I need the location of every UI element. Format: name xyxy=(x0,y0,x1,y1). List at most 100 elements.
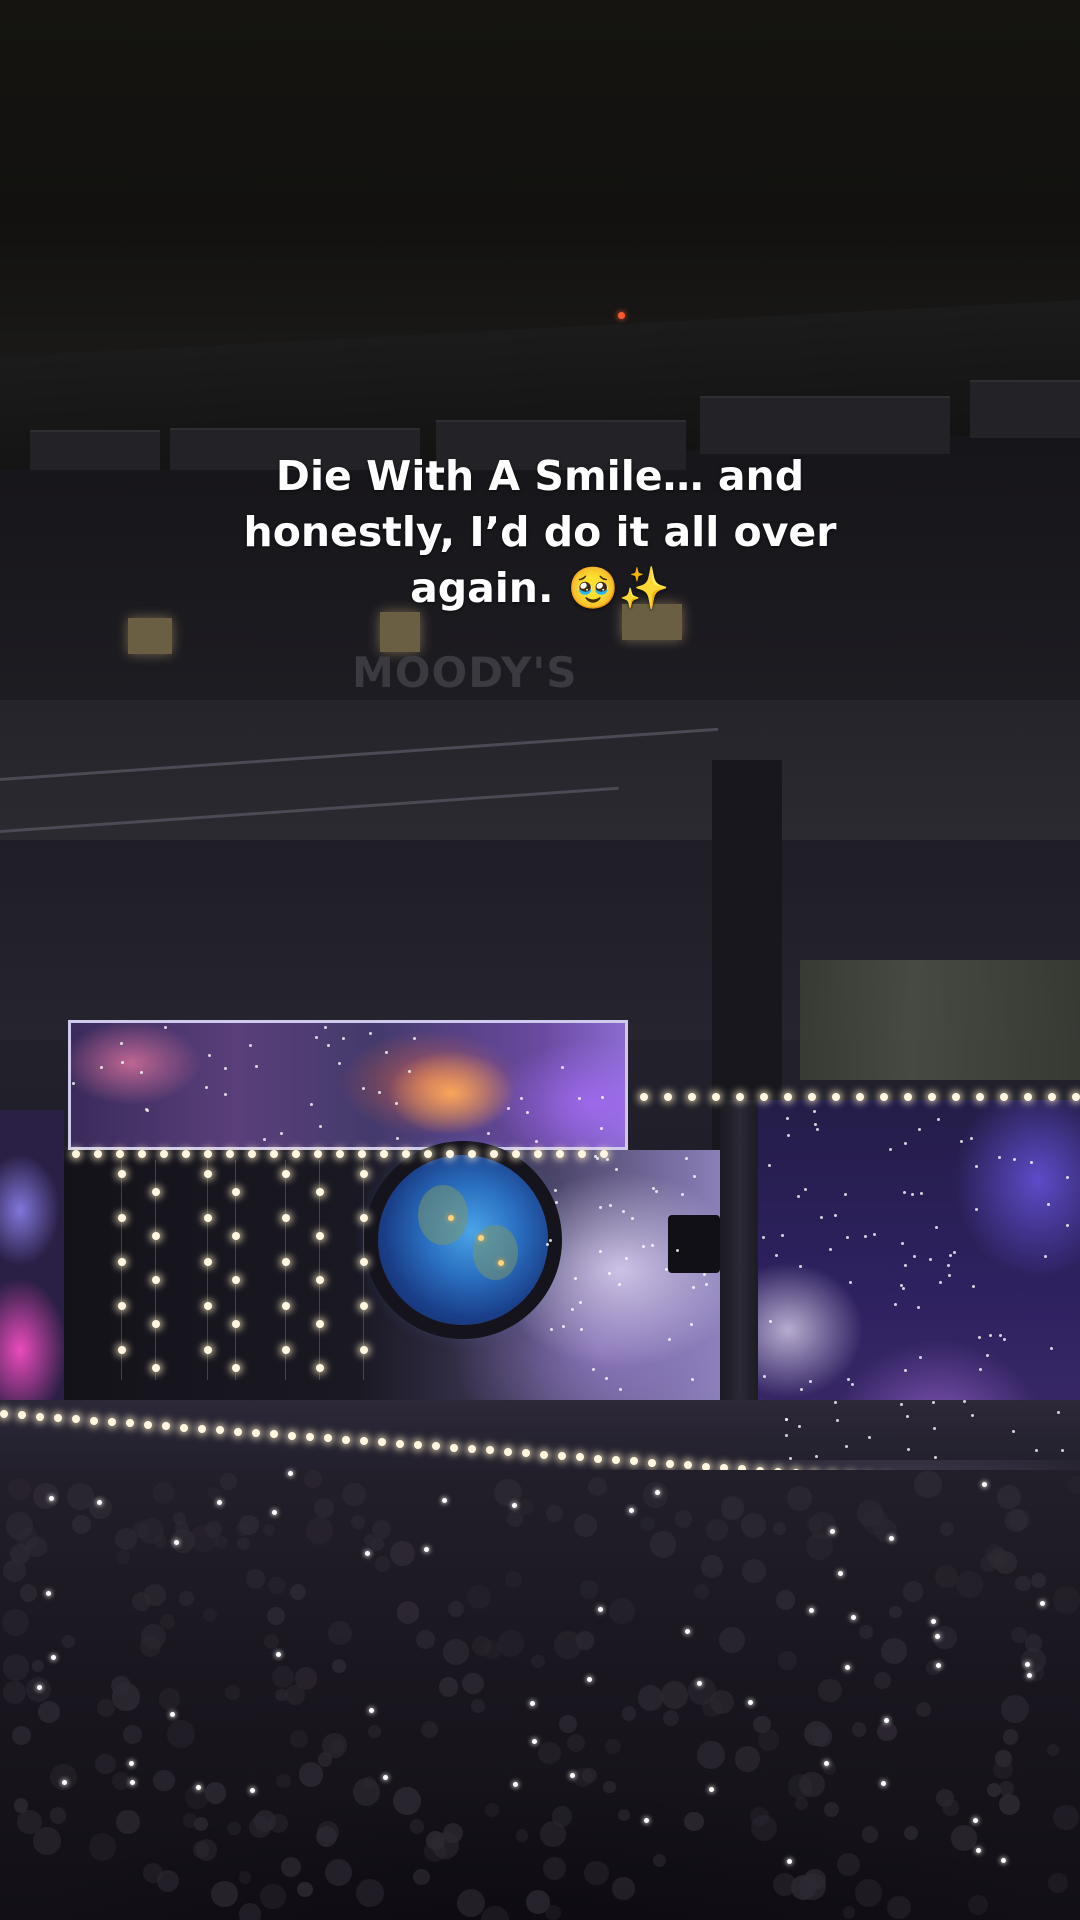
crowd-head xyxy=(62,1634,76,1648)
crowd-head xyxy=(1,1608,30,1637)
crowd-head xyxy=(706,1519,729,1541)
phone-light xyxy=(981,1481,987,1487)
screen-star xyxy=(828,1247,832,1251)
screen-star xyxy=(684,1156,688,1160)
crowd-head xyxy=(823,1802,839,1817)
phone-light xyxy=(276,1651,282,1657)
edge-bulb xyxy=(94,1150,102,1158)
screen-star xyxy=(120,1061,124,1065)
crowd-head xyxy=(684,1811,704,1831)
screen-star xyxy=(814,1454,818,1458)
edge-bulb xyxy=(182,1150,190,1158)
crowd-head xyxy=(267,1607,286,1626)
crowd-head xyxy=(117,1550,131,1564)
hanging-bulb xyxy=(152,1276,160,1284)
crowd-head xyxy=(741,1558,767,1584)
screen-star xyxy=(959,1140,963,1144)
crowd-head xyxy=(438,1676,459,1697)
phone-light xyxy=(512,1782,518,1788)
crowd-head xyxy=(112,1772,130,1790)
crowd-head xyxy=(38,1701,60,1723)
crowd-head xyxy=(863,1509,889,1536)
crowd-head xyxy=(392,1787,421,1816)
crowd-head xyxy=(371,1520,391,1540)
crowd-head xyxy=(612,1877,635,1900)
phone-light xyxy=(441,1497,447,1503)
screen-star xyxy=(617,1282,621,1286)
screen-star xyxy=(1056,1411,1060,1415)
crowd-head xyxy=(485,1803,499,1817)
screen-star xyxy=(667,1337,671,1341)
crowd-head xyxy=(260,1884,286,1910)
crowd-head xyxy=(237,1537,251,1551)
crowd-head xyxy=(204,1520,222,1539)
edge-bulb xyxy=(712,1093,720,1101)
crowd-head xyxy=(322,1733,347,1758)
crowd-head xyxy=(324,1858,353,1886)
crowd-head xyxy=(447,1600,464,1617)
crowd-head xyxy=(19,1584,38,1602)
hanging-bulb xyxy=(316,1232,324,1240)
crowd-head xyxy=(470,1699,485,1713)
screen-star xyxy=(604,1377,608,1381)
stage-front-bulb xyxy=(594,1454,602,1463)
crowd-head xyxy=(621,1706,637,1721)
stage-front-bulb xyxy=(360,1437,368,1445)
crowd-head xyxy=(88,1833,117,1861)
crowd-head xyxy=(887,1896,911,1920)
crowd-head xyxy=(49,1807,67,1824)
crowd-head xyxy=(298,1762,324,1787)
screen-star xyxy=(786,1133,790,1137)
phone-light xyxy=(844,1665,850,1671)
crowd-head xyxy=(587,1477,608,1497)
screen-star xyxy=(767,1164,771,1168)
screen-star xyxy=(140,1070,144,1074)
screen-star xyxy=(1012,1157,1016,1161)
crowd-head xyxy=(719,1627,746,1654)
screen-star xyxy=(362,1086,365,1090)
screen-star xyxy=(314,1035,318,1039)
crowd-head xyxy=(842,1906,856,1919)
stage-front-bulb xyxy=(180,1423,188,1432)
crowd-head xyxy=(579,1579,599,1599)
screen-star xyxy=(845,1235,849,1239)
crowd-head xyxy=(143,1862,164,1883)
crowd-head xyxy=(420,1720,439,1739)
stage-front-bulb xyxy=(558,1451,566,1460)
edge-bulb xyxy=(314,1150,322,1158)
edge-bulb xyxy=(688,1093,696,1101)
stage-front-bulb xyxy=(252,1428,260,1437)
speaker-array xyxy=(668,1215,720,1273)
crowd-head xyxy=(987,1782,1002,1797)
crowd-head xyxy=(262,1523,275,1536)
stage-front-bulb xyxy=(414,1441,422,1450)
edge-bulb xyxy=(600,1150,608,1158)
crowd-head xyxy=(192,1841,210,1858)
crowd-head xyxy=(494,1478,522,1507)
screen-star xyxy=(574,1276,578,1280)
screen-star xyxy=(833,1400,837,1404)
phone-light xyxy=(50,1654,56,1660)
crowd-head xyxy=(642,1482,669,1508)
screen-star xyxy=(561,1324,565,1328)
crowd-head xyxy=(123,1724,142,1744)
edge-bulb xyxy=(446,1150,454,1158)
crowd-head xyxy=(854,1879,883,1907)
phone-light xyxy=(629,1507,635,1513)
crowd-head xyxy=(1001,1695,1030,1724)
hanging-bulb xyxy=(282,1302,290,1310)
stage-front-bulb xyxy=(666,1459,674,1468)
crowd-head xyxy=(443,1638,470,1665)
phone-light xyxy=(271,1509,277,1515)
hanging-bulb xyxy=(360,1302,368,1310)
aircraft-warning-light xyxy=(618,312,625,319)
crowd-head xyxy=(482,1640,502,1659)
crowd-head xyxy=(902,1580,924,1602)
crowd-head xyxy=(31,1659,45,1672)
phone-light xyxy=(888,1536,894,1542)
crowd-head xyxy=(811,1726,832,1747)
screen-star xyxy=(931,1400,935,1404)
hanging-bulb xyxy=(232,1232,240,1240)
screen-star xyxy=(846,1378,850,1382)
crowd-head xyxy=(700,1555,723,1578)
